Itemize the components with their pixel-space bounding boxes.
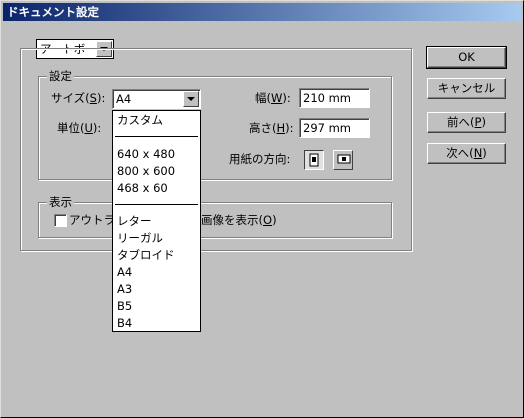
height-label: 高さ(H):: [249, 121, 294, 135]
size-select-value: A4: [116, 92, 132, 106]
orientation-label: 用紙の方向:: [229, 152, 291, 166]
settings-group-title: 設定: [47, 69, 74, 83]
landscape-orientation-button[interactable]: [333, 150, 353, 170]
next-button[interactable]: 次へ(N): [427, 143, 506, 164]
list-item[interactable]: B4: [117, 315, 132, 331]
title-bar[interactable]: ドキュメント設定: [3, 3, 521, 21]
list-item[interactable]: B5: [117, 298, 132, 314]
width-field[interactable]: 210 mm: [299, 88, 370, 108]
landscape-orientation-icon: [337, 154, 351, 164]
list-item[interactable]: 468 x 60: [117, 180, 168, 196]
document-settings-dialog: ドキュメント設定 アートボード 設定 サイズ(S): A4 単位(U): 幅(W…: [0, 0, 524, 418]
size-dropdown-list[interactable]: カスタム 640 x 480 800 x 600 468 x 60 レター リー…: [112, 110, 201, 332]
dropdown-arrow-icon[interactable]: [183, 91, 199, 107]
size-label: サイズ(S):: [51, 91, 106, 105]
list-item[interactable]: カスタム: [117, 112, 163, 128]
list-item[interactable]: タブロイド: [117, 247, 175, 263]
list-item[interactable]: A3: [117, 281, 132, 297]
prev-button[interactable]: 前へ(P): [427, 112, 506, 133]
height-field[interactable]: 297 mm: [299, 118, 370, 138]
width-label: 幅(W):: [255, 91, 291, 105]
window-title: ドキュメント設定: [7, 5, 99, 19]
unit-label: 単位(U):: [57, 121, 102, 135]
size-select[interactable]: A4: [112, 89, 201, 109]
ok-button[interactable]: OK: [426, 46, 507, 69]
list-item[interactable]: 800 x 600: [117, 163, 175, 179]
portrait-orientation-button[interactable]: [304, 150, 324, 170]
outline-checkbox[interactable]: [54, 214, 67, 227]
cancel-button[interactable]: キャンセル: [427, 78, 506, 99]
list-item[interactable]: 640 x 480: [117, 146, 175, 162]
list-item[interactable]: A4: [117, 264, 132, 280]
display-group-title: 表示: [47, 195, 74, 209]
list-item[interactable]: レター: [117, 213, 152, 229]
list-separator: [115, 204, 198, 205]
portrait-orientation-icon: [309, 153, 319, 167]
list-separator: [115, 136, 198, 137]
list-item[interactable]: リーガル: [117, 230, 163, 246]
outline-checkbox-label-end: 画像を表示(O): [201, 213, 277, 227]
